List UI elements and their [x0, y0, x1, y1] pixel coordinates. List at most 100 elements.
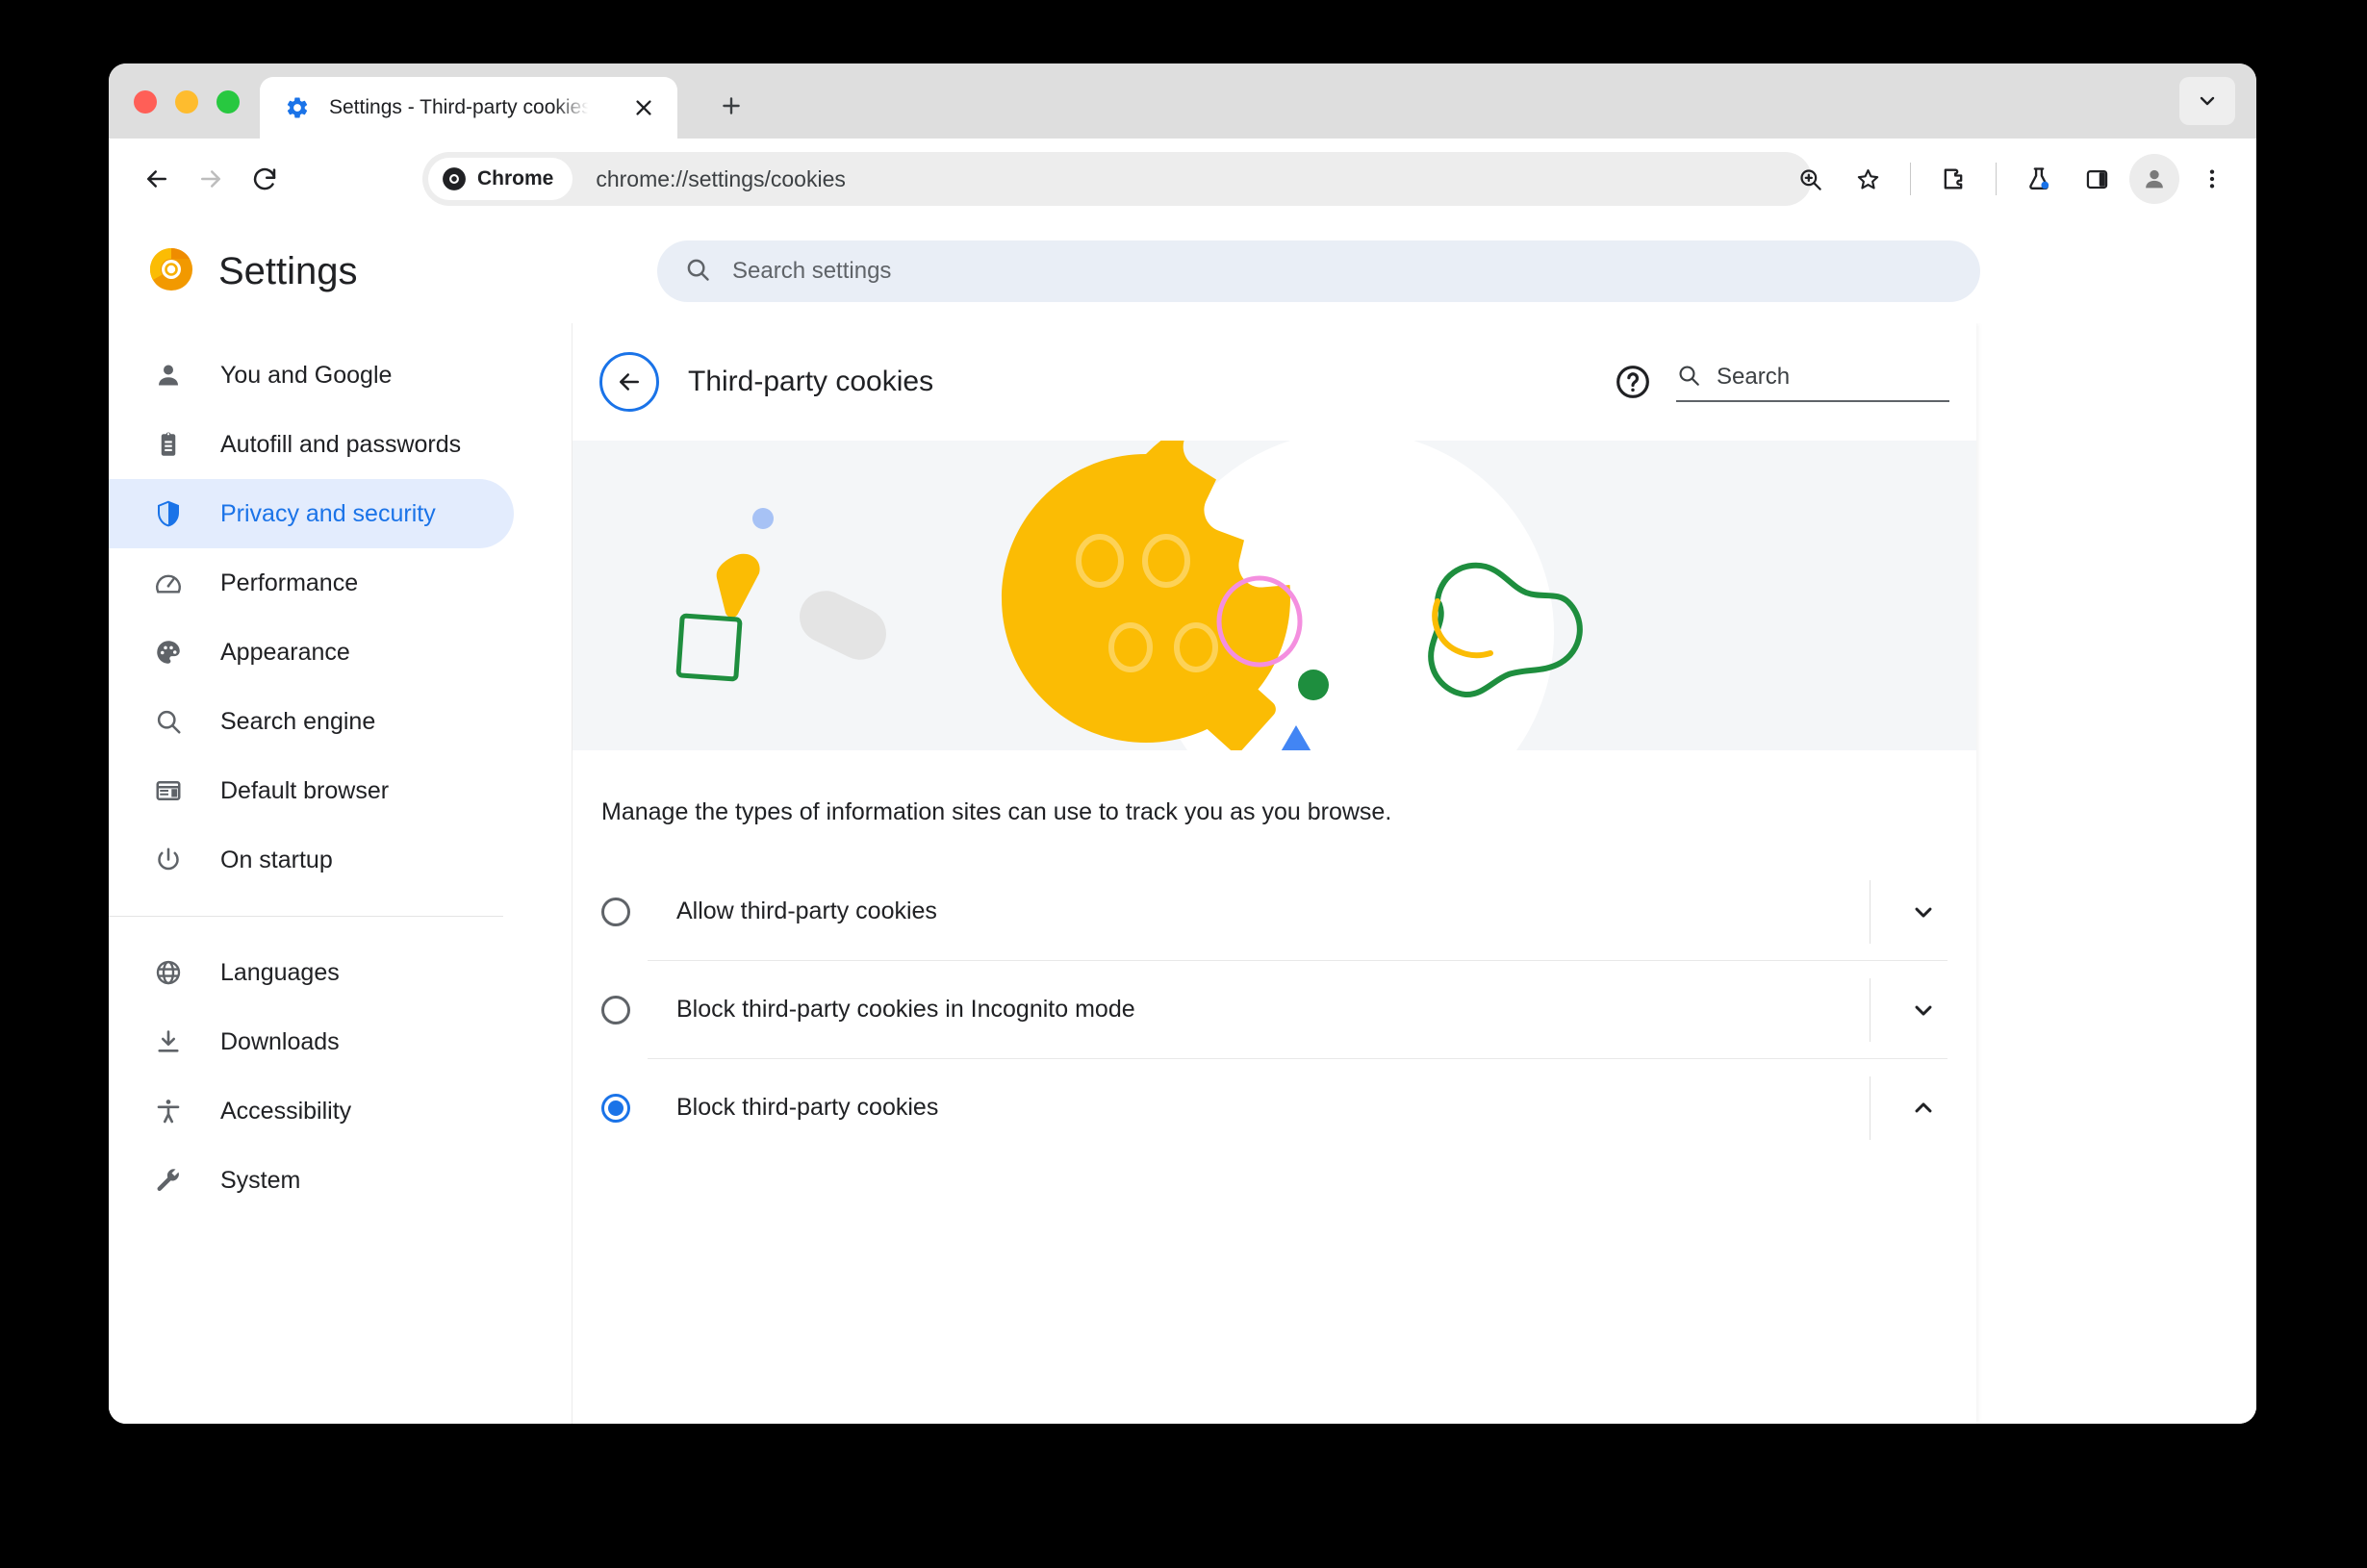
bookmark-star-icon[interactable]	[1841, 152, 1895, 206]
sidebar-item-label: You and Google	[220, 361, 393, 389]
page-header: Third-party cookies Search	[573, 323, 1976, 441]
sidebar-item-label: Accessibility	[220, 1097, 352, 1125]
radio-button-selected[interactable]	[601, 1093, 630, 1123]
sidebar-item-label: Search engine	[220, 707, 376, 735]
chrome-logo-icon	[149, 247, 193, 296]
forward-icon	[184, 152, 238, 206]
sidebar-item-you-and-google[interactable]: You and Google	[109, 341, 514, 410]
shield-icon	[153, 498, 184, 529]
settings-sidebar: You and Google Autofill and passwords Pr…	[109, 323, 573, 1424]
extensions-icon[interactable]	[1926, 152, 1980, 206]
help-icon[interactable]	[1611, 360, 1655, 404]
page-header-actions: Search	[1611, 323, 1949, 441]
page-description: Manage the types of information sites ca…	[601, 798, 1392, 825]
settings-title: Settings	[218, 249, 358, 292]
side-panel-icon[interactable]	[2070, 152, 2124, 206]
settings-main: Third-party cookies Search Manage the ty…	[573, 323, 2256, 1424]
minimize-window-button[interactable]	[175, 90, 198, 114]
settings-body: You and Google Autofill and passwords Pr…	[109, 323, 2256, 1424]
sidebar-item-label: Default browser	[220, 776, 390, 804]
search-icon	[153, 706, 184, 737]
profile-icon[interactable]	[2127, 152, 2181, 206]
sidebar-item-label: Downloads	[220, 1027, 340, 1055]
sidebar-item-label: On startup	[220, 846, 333, 873]
sidebar-item-downloads[interactable]: Downloads	[109, 1007, 514, 1076]
person-icon	[153, 360, 184, 391]
sidebar-item-label: Languages	[220, 958, 340, 986]
speedometer-icon	[153, 568, 184, 598]
close-window-button[interactable]	[134, 90, 157, 114]
sidebar-item-label: Privacy and security	[220, 499, 436, 527]
reload-icon[interactable]	[238, 152, 292, 206]
more-menu-icon[interactable]	[2185, 152, 2239, 206]
address-bar-url: chrome://settings/cookies	[596, 165, 846, 191]
browser-toolbar: Chrome chrome://settings/cookies	[109, 139, 2256, 219]
settings-header: Settings Search settings	[109, 219, 2256, 323]
maximize-window-button[interactable]	[216, 90, 240, 114]
chevron-down-icon[interactable]	[1897, 984, 1949, 1036]
sidebar-item-label: Appearance	[220, 638, 350, 666]
chrome-chip-label: Chrome	[477, 167, 554, 190]
page-search-placeholder: Search	[1717, 364, 1791, 390]
accessibility-icon	[153, 1096, 184, 1126]
sidebar-divider	[109, 916, 503, 917]
cookie-illustration-graphic	[675, 441, 1583, 750]
sidebar-item-privacy-and-security[interactable]: Privacy and security	[109, 479, 514, 548]
option-label: Allow third-party cookies	[676, 898, 937, 924]
search-icon	[1676, 363, 1701, 392]
close-tab-button[interactable]	[627, 91, 660, 124]
sidebar-item-label: Autofill and passwords	[220, 430, 462, 458]
sidebar-item-label: System	[220, 1166, 301, 1194]
option-block-third-party-cookies[interactable]: Block third-party cookies	[573, 1059, 1976, 1156]
radio-button[interactable]	[601, 897, 630, 926]
flask-icon[interactable]	[2012, 152, 2066, 206]
toolbar-actions	[1783, 139, 2239, 219]
zoom-icon[interactable]	[1783, 152, 1837, 206]
palette-icon	[153, 637, 184, 668]
cookie-illustration	[573, 441, 1976, 750]
sidebar-item-appearance[interactable]: Appearance	[109, 618, 514, 687]
clipboard-icon	[153, 429, 184, 460]
download-icon	[153, 1026, 184, 1057]
search-icon	[684, 256, 711, 288]
gear-icon	[285, 95, 310, 120]
sidebar-item-default-browser[interactable]: Default browser	[109, 756, 514, 825]
globe-icon	[153, 957, 184, 988]
toolbar-divider	[1910, 163, 1911, 195]
avatar	[2129, 154, 2179, 204]
settings-search-input[interactable]: Search settings	[657, 240, 1980, 302]
tab-title: Settings - Third-party cookies	[329, 96, 591, 118]
sidebar-item-on-startup[interactable]: On startup	[109, 825, 514, 895]
option-label: Block third-party cookies in Incognito m…	[676, 996, 1135, 1023]
browser-icon	[153, 775, 184, 806]
sidebar-item-autofill-and-passwords[interactable]: Autofill and passwords	[109, 410, 514, 479]
option-label: Block third-party cookies	[676, 1094, 939, 1121]
power-icon	[153, 845, 184, 875]
tab-strip: Settings - Third-party cookies	[109, 63, 2256, 139]
sidebar-item-label: Performance	[220, 569, 359, 596]
radio-button[interactable]	[601, 995, 630, 1024]
sidebar-item-accessibility[interactable]: Accessibility	[109, 1076, 514, 1146]
sidebar-item-system[interactable]: System	[109, 1146, 514, 1215]
back-button[interactable]	[599, 352, 659, 412]
chevron-up-icon[interactable]	[1897, 1082, 1949, 1134]
cookie-options-group: Allow third-party cookies Block third-pa…	[573, 863, 1976, 1156]
page-search-input[interactable]: Search	[1676, 363, 1949, 402]
toolbar-divider-2	[1996, 163, 1997, 195]
row-divider	[1870, 880, 1871, 944]
option-block-third-party-cookies-incognito[interactable]: Block third-party cookies in Incognito m…	[573, 961, 1976, 1058]
wrench-icon	[153, 1165, 184, 1196]
option-allow-third-party-cookies[interactable]: Allow third-party cookies	[573, 863, 1976, 960]
browser-tab[interactable]: Settings - Third-party cookies	[260, 77, 677, 139]
tab-search-button[interactable]	[2179, 77, 2235, 125]
back-icon[interactable]	[130, 152, 184, 206]
new-tab-button[interactable]	[710, 85, 752, 127]
sidebar-item-performance[interactable]: Performance	[109, 548, 514, 618]
chrome-logo-icon	[443, 167, 466, 190]
sidebar-item-languages[interactable]: Languages	[109, 938, 514, 1007]
row-divider	[1870, 1076, 1871, 1140]
address-bar[interactable]: Chrome chrome://settings/cookies	[422, 152, 1812, 206]
sidebar-item-search-engine[interactable]: Search engine	[109, 687, 514, 756]
settings-search-placeholder: Search settings	[732, 258, 892, 284]
chevron-down-icon[interactable]	[1897, 886, 1949, 938]
